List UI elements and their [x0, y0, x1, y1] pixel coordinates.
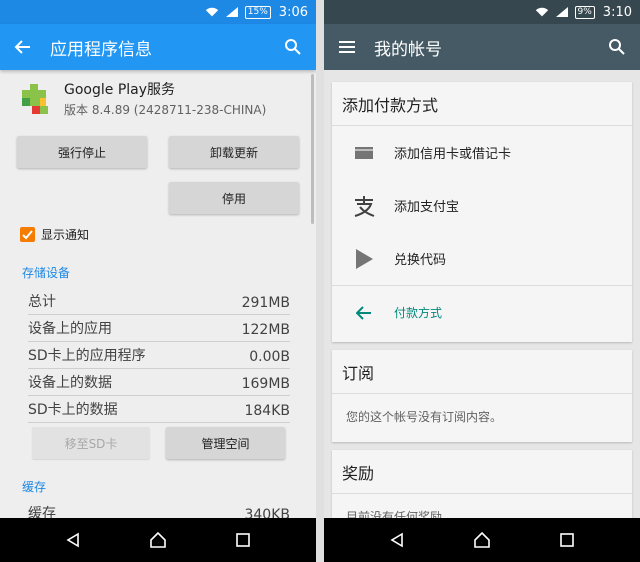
- credit-card-icon: [352, 141, 376, 165]
- add-alipay-item[interactable]: 添加支付宝: [332, 179, 632, 232]
- nav-recents-button[interactable]: [547, 520, 587, 560]
- status-bar: 9% 3:10: [324, 0, 640, 24]
- storage-label: SD卡上的应用程序: [28, 348, 146, 364]
- nav-back-button[interactable]: [377, 520, 417, 560]
- storage-value: 122MB: [241, 322, 290, 338]
- redeem-code-item[interactable]: 兑换代码: [332, 232, 632, 285]
- show-notifications-label: 显示通知: [41, 228, 90, 242]
- battery-indicator: 15%: [244, 5, 271, 19]
- wifi-icon: [205, 7, 218, 17]
- home-icon: [474, 531, 490, 548]
- app-bar: 应用程序信息: [0, 24, 316, 70]
- app-bar: 我的帐号: [324, 24, 640, 70]
- storage-row-device-app: 设备上的应用 122MB: [28, 315, 290, 342]
- search-button[interactable]: [594, 24, 640, 70]
- subscriptions-title: 订阅: [332, 350, 632, 394]
- storage-label: 设备上的数据: [28, 375, 112, 391]
- arrow-left-icon: [14, 40, 30, 54]
- add-card-item[interactable]: 添加信用卡或借记卡: [332, 126, 632, 179]
- nav-home-button[interactable]: [138, 520, 178, 560]
- navigation-bar: [324, 518, 640, 562]
- search-icon: [285, 39, 301, 55]
- signal-icon: [555, 7, 568, 17]
- google-play-services-icon: [22, 84, 48, 114]
- payment-card-title: 添加付款方式: [332, 82, 632, 126]
- triangle-back-icon: [390, 532, 403, 548]
- page-title: 我的帐号: [374, 39, 442, 60]
- storage-value: 169MB: [241, 376, 290, 392]
- hamburger-icon: [339, 41, 355, 53]
- storage-row-total: 总计 291MB: [28, 288, 290, 315]
- payment-methods-card: 添加付款方式 添加信用卡或借记卡 添加支付宝 兑换代码 付款方式: [332, 82, 632, 342]
- home-icon: [150, 531, 166, 548]
- menu-label: 添加支付宝: [394, 200, 460, 215]
- search-button[interactable]: [270, 24, 316, 70]
- disable-button[interactable]: 停用: [169, 182, 299, 214]
- checkmark-icon: [22, 230, 33, 240]
- storage-list: 总计 291MB 设备上的应用 122MB SD卡上的应用程序 0.00B 设备…: [28, 288, 290, 423]
- subscriptions-card: 订阅 您的这个帐号没有订阅内容。: [332, 350, 632, 442]
- subscriptions-empty-text: 您的这个帐号没有订阅内容。: [346, 410, 503, 424]
- recents-icon: [236, 533, 251, 547]
- scrollbar[interactable]: [311, 74, 314, 224]
- back-button[interactable]: [0, 24, 46, 70]
- clock: 3:10: [602, 4, 632, 20]
- storage-row-sd-app: SD卡上的应用程序 0.00B: [28, 342, 290, 369]
- wifi-icon: [535, 7, 548, 17]
- rewards-title: 奖励: [332, 450, 632, 494]
- signal-icon: [225, 7, 238, 17]
- show-notifications-row[interactable]: 显示通知: [20, 226, 89, 243]
- nav-back-button[interactable]: [53, 520, 93, 560]
- payment-methods-back-item[interactable]: 付款方式: [332, 285, 632, 339]
- nav-home-button[interactable]: [462, 520, 502, 560]
- storage-label: SD卡上的数据: [28, 402, 118, 418]
- battery-indicator: 9%: [574, 5, 595, 19]
- navigation-bar: [0, 518, 316, 562]
- show-notifications-checkbox[interactable]: [20, 227, 35, 242]
- app-info-screen: 15% 3:06 应用程序信息 Google Play服务 版本 8.4.89 …: [0, 0, 316, 562]
- menu-label: 付款方式: [394, 306, 443, 320]
- storage-value: 0.00B: [249, 349, 290, 365]
- menu-label: 添加信用卡或借记卡: [394, 147, 512, 162]
- app-header: Google Play服务 版本 8.4.89 (2428711-238-CHI…: [18, 76, 316, 120]
- status-bar: 15% 3:06: [0, 0, 316, 24]
- storage-value: 184KB: [244, 403, 290, 419]
- play-store-icon: [352, 247, 376, 271]
- storage-section-header: 存储设备: [22, 266, 71, 280]
- triangle-back-icon: [66, 532, 79, 548]
- app-version: 版本 8.4.89 (2428711-238-CHINA): [64, 102, 267, 117]
- search-icon: [609, 39, 625, 55]
- panel-divider: [316, 0, 324, 562]
- my-account-screen: 9% 3:10 我的帐号 添加付款方式 添加信用卡或借记卡 添加支付宝 兑换代码…: [324, 0, 640, 562]
- nav-recents-button[interactable]: [223, 520, 263, 560]
- storage-row-sd-data: SD卡上的数据 184KB: [28, 396, 290, 423]
- storage-row-device-data: 设备上的数据 169MB: [28, 369, 290, 396]
- move-to-sd-button[interactable]: 移至SD卡: [32, 427, 150, 459]
- alipay-icon: [352, 194, 376, 218]
- app-name: Google Play服务: [64, 81, 176, 98]
- storage-value: 291MB: [241, 295, 290, 311]
- page-title: 应用程序信息: [50, 39, 152, 60]
- storage-label: 设备上的应用: [28, 321, 112, 337]
- menu-button[interactable]: [324, 24, 370, 70]
- arrow-left-icon: [352, 301, 376, 325]
- storage-label: 总计: [28, 294, 56, 310]
- menu-label: 兑换代码: [394, 253, 447, 268]
- uninstall-updates-button[interactable]: 卸载更新: [169, 136, 299, 168]
- recents-icon: [560, 533, 575, 547]
- force-stop-button[interactable]: 强行停止: [17, 136, 147, 168]
- clock: 3:06: [278, 4, 308, 20]
- manage-space-button[interactable]: 管理空间: [166, 427, 285, 459]
- cache-section-header: 缓存: [22, 480, 47, 494]
